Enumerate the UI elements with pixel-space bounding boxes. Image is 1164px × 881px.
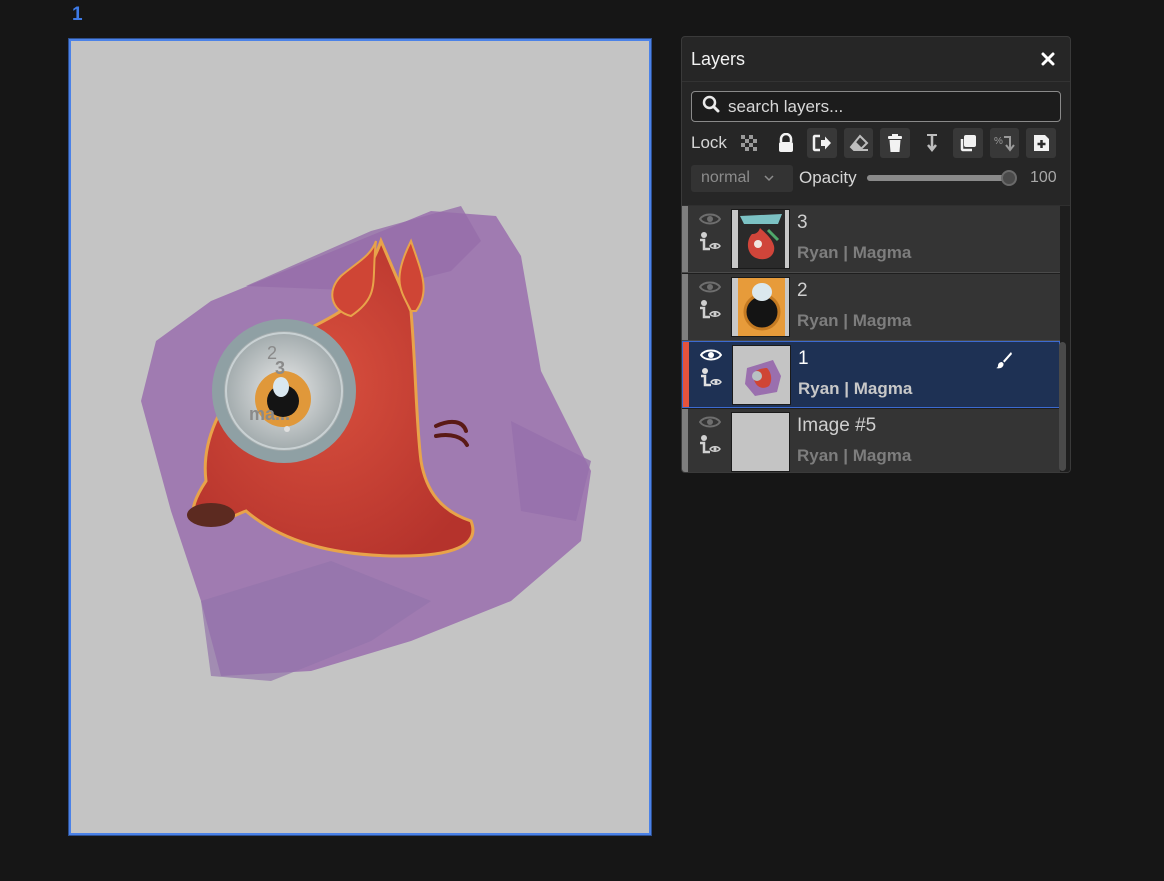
layer-owner: Ryan | Magma bbox=[797, 311, 912, 330]
search-icon bbox=[702, 95, 720, 118]
layer-thumbnail bbox=[732, 345, 791, 405]
layer-row-edge bbox=[682, 206, 688, 272]
blend-mode-select[interactable]: normal bbox=[691, 164, 793, 192]
eye-icon[interactable] bbox=[699, 280, 721, 294]
move-out-icon[interactable] bbox=[807, 128, 837, 158]
overlay-label-ma: ma... bbox=[249, 404, 290, 424]
duplicate-icon[interactable] bbox=[953, 128, 983, 158]
user-visibility-icon[interactable] bbox=[698, 231, 722, 253]
search-box[interactable] bbox=[691, 91, 1061, 122]
layer-icons bbox=[697, 348, 725, 389]
merge-down-icon[interactable] bbox=[917, 128, 947, 158]
user-visibility-icon[interactable] bbox=[699, 367, 723, 389]
opacity-slider-thumb[interactable] bbox=[1000, 170, 1017, 186]
layer-name: Image #5 bbox=[797, 415, 877, 436]
svg-text:%: % bbox=[994, 136, 1003, 147]
overlay-label-3: 3 bbox=[275, 358, 285, 378]
layer-row-2[interactable]: 2 Ryan | Magma bbox=[682, 274, 1060, 341]
artboard-canvas[interactable]: 2 3 ma... bbox=[69, 39, 651, 835]
layer-list: 3 Ryan | Magma 2 Ryan | Magma 1 Ryan | M… bbox=[682, 205, 1070, 472]
layer-icons bbox=[696, 280, 724, 321]
search-input[interactable] bbox=[728, 96, 1048, 117]
blend-mode-value: normal bbox=[701, 169, 750, 186]
artwork-illustration: 2 3 ma... bbox=[141, 206, 591, 681]
layer-icons bbox=[696, 415, 724, 456]
layer-thumbnail bbox=[731, 209, 790, 269]
layer-row-3[interactable]: 3 Ryan | Magma bbox=[682, 206, 1060, 273]
brush-icon bbox=[996, 352, 1012, 369]
layer-thumbnail bbox=[731, 412, 790, 472]
blend-row: normal Opacity 100 bbox=[691, 164, 1063, 192]
close-icon[interactable] bbox=[1035, 46, 1061, 72]
layer-row-image-5[interactable]: Image #5 Ryan | Magma bbox=[682, 409, 1060, 472]
layer-name: 3 bbox=[797, 212, 808, 233]
trash-icon[interactable] bbox=[880, 128, 910, 158]
panel-title: Layers bbox=[691, 48, 746, 69]
lock-label: Lock bbox=[691, 133, 727, 152]
layer-list-scrollbar[interactable] bbox=[1059, 342, 1066, 471]
opacity-slider-fill bbox=[866, 175, 1009, 181]
add-layer-icon[interactable] bbox=[1026, 128, 1056, 158]
layer-toolbar: Lock % bbox=[691, 127, 1063, 159]
opacity-slider[interactable] bbox=[866, 170, 1017, 186]
opacity-label: Opacity bbox=[799, 168, 857, 187]
panel-header: Layers bbox=[682, 37, 1070, 82]
eye-icon[interactable] bbox=[700, 348, 722, 362]
layer-row-1[interactable]: 1 Ryan | Magma bbox=[682, 341, 1060, 408]
eye-icon[interactable] bbox=[699, 212, 721, 226]
chevron-down-icon bbox=[764, 175, 774, 182]
layer-row-edge bbox=[682, 409, 688, 472]
eye-icon[interactable] bbox=[699, 415, 721, 429]
layer-owner: Ryan | Magma bbox=[797, 243, 912, 262]
padlock-icon[interactable] bbox=[771, 128, 801, 158]
eraser-icon[interactable] bbox=[843, 128, 874, 158]
layer-name: 1 bbox=[798, 348, 809, 369]
user-visibility-icon[interactable] bbox=[698, 299, 722, 321]
layer-thumbnail bbox=[731, 277, 790, 337]
opacity-value: 100 bbox=[1029, 169, 1057, 186]
layers-panel: Layers Lock % bbox=[681, 36, 1071, 473]
user-visibility-icon[interactable] bbox=[698, 434, 722, 456]
layer-owner: Ryan | Magma bbox=[797, 446, 912, 465]
layer-owner: Ryan | Magma bbox=[798, 379, 913, 398]
layer-icons bbox=[696, 212, 724, 253]
layer-row-edge bbox=[683, 342, 689, 407]
canvas-label: 1 bbox=[72, 4, 83, 25]
transparency-lock-icon[interactable] bbox=[734, 128, 764, 158]
clipping-mask-icon[interactable]: % bbox=[989, 128, 1020, 158]
layer-name: 2 bbox=[797, 280, 808, 301]
layer-row-edge bbox=[682, 274, 688, 340]
